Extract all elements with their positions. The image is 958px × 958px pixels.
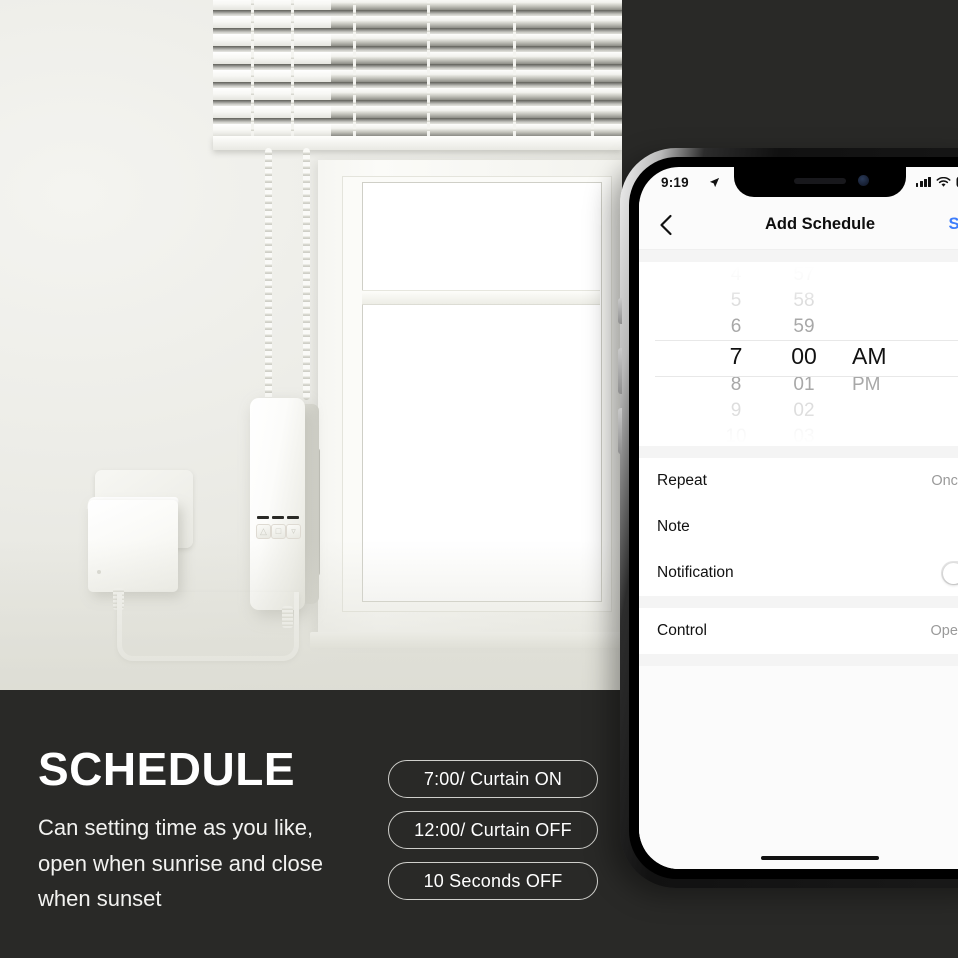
- picker-fade-bottom: [639, 413, 958, 447]
- picker-fade-top: [639, 262, 958, 302]
- phone-screen: 9:19 Add Schedule S 6 7 8 9 59 00 01 02 …: [639, 167, 958, 869]
- picker-selection-line-top: [655, 340, 958, 341]
- triangle-down-icon: ▿: [291, 526, 296, 536]
- notification-toggle[interactable]: [941, 561, 958, 585]
- window-pane: [362, 182, 602, 602]
- front-camera-icon: [858, 175, 869, 186]
- feature-pill-list: 7:00/ Curtain ON 12:00/ Curtain OFF 10 S…: [388, 760, 600, 913]
- cellular-bars-icon: [915, 177, 931, 187]
- location-arrow-icon: [709, 177, 720, 188]
- promo-subcopy: Can setting time as you like, open when …: [38, 815, 323, 912]
- picker-selection-line-bottom: [655, 376, 958, 377]
- window-blinds: [213, 0, 622, 148]
- blinds-headrail: [213, 136, 622, 150]
- time-picker[interactable]: 4 5 6 7 8 9 10 57 58 59 00 01 02: [639, 249, 958, 447]
- blind-pull-chain-right: [303, 148, 310, 400]
- motor-down-button[interactable]: ▿: [286, 524, 301, 539]
- settings-group-control: Control Open: [639, 608, 958, 654]
- earpiece-speaker: [794, 178, 846, 184]
- toggle-knob: [942, 562, 958, 584]
- save-button[interactable]: Save: [948, 215, 958, 234]
- row-note[interactable]: Note: [639, 504, 958, 550]
- floor-shadow: [0, 540, 622, 690]
- wifi-icon: [936, 176, 951, 187]
- motor-stop-button[interactable]: □: [271, 524, 286, 539]
- feature-pill: 7:00/ Curtain ON: [388, 760, 598, 798]
- row-repeat[interactable]: Repeat Once: [639, 458, 958, 504]
- row-value: Once: [931, 473, 958, 489]
- row-label: Notification: [657, 564, 734, 581]
- picker-cell[interactable]: 59: [793, 314, 814, 340]
- picker-cell[interactable]: 6: [731, 314, 742, 340]
- row-value: Open: [930, 623, 958, 639]
- row-label: Note: [657, 518, 690, 535]
- navigation-bar: Add Schedule Save: [639, 201, 958, 249]
- section-gap: [639, 446, 958, 458]
- picker-cell-selected[interactable]: 00: [791, 340, 817, 372]
- picker-top-gap: [639, 250, 958, 262]
- picker-cell-selected[interactable]: AM: [852, 340, 887, 372]
- status-bar-time: 9:19: [661, 175, 689, 190]
- section-gap: [639, 654, 958, 666]
- row-label: Repeat: [657, 472, 707, 489]
- triangle-up-icon: △: [260, 526, 267, 536]
- page-empty-area: [639, 666, 958, 869]
- phone-mockup: 9:19 Add Schedule S 6 7 8 9 59 00 01 02 …: [618, 148, 958, 888]
- promo-image-canvas: △ □ ▿ SCHEDULE Can setting time as you l…: [0, 0, 958, 958]
- row-label: Control: [657, 622, 707, 639]
- phone-volume-down-button[interactable]: [618, 408, 622, 454]
- feature-pill: 10 Seconds OFF: [388, 862, 598, 900]
- row-control[interactable]: Control Open: [639, 608, 958, 654]
- picker-cell-selected[interactable]: 7: [730, 340, 743, 372]
- section-gap: [639, 596, 958, 608]
- blind-pull-chain-left: [265, 148, 272, 406]
- feature-pill: 12:00/ Curtain OFF: [388, 811, 598, 849]
- page-title: Add Schedule: [764, 215, 875, 233]
- square-stop-icon: □: [275, 526, 282, 536]
- phone-mute-switch[interactable]: [618, 298, 622, 324]
- row-notification[interactable]: Notification: [639, 550, 958, 596]
- settings-group-primary: Repeat Once Note Notification: [639, 458, 958, 596]
- motor-up-button[interactable]: △: [256, 524, 271, 539]
- phone-volume-up-button[interactable]: [618, 348, 622, 394]
- home-indicator[interactable]: [761, 855, 879, 860]
- window-mullion: [362, 290, 600, 305]
- product-photo: △ □ ▿: [0, 0, 622, 690]
